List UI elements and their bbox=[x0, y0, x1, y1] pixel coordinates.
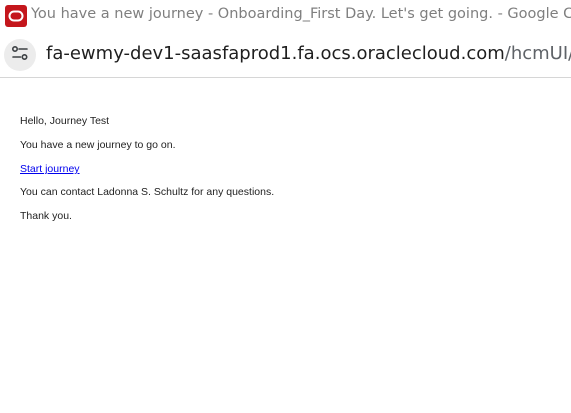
start-journey-link[interactable]: Start journey bbox=[20, 163, 80, 175]
contact-text: You can contact Ladonna S. Schultz for a… bbox=[20, 186, 275, 198]
address-bar: fa-ewmy-dev1-saasfaprod1.fa.ocs.oraclecl… bbox=[0, 33, 571, 78]
greeting-text: Hello, Journey Test bbox=[20, 115, 110, 127]
title-bar: You have a new journey - Onboarding_Firs… bbox=[0, 0, 571, 33]
oracle-icon bbox=[5, 5, 27, 27]
window-title: You have a new journey - Onboarding_Firs… bbox=[31, 6, 571, 22]
url-field[interactable]: fa-ewmy-dev1-saasfaprod1.fa.ocs.oraclecl… bbox=[46, 43, 571, 64]
start-journey-line: Start journey bbox=[20, 163, 80, 175]
tune-icon bbox=[11, 44, 29, 67]
url-path: /hcmUI/faces/adf bbox=[504, 43, 571, 64]
intro-text: You have a new journey to go on. bbox=[20, 139, 176, 151]
url-host: fa-ewmy-dev1-saasfaprod1.fa.ocs.oraclecl… bbox=[46, 43, 505, 64]
closing-text: Thank you. bbox=[20, 210, 72, 222]
browser-window: You have a new journey - Onboarding_Firs… bbox=[0, 0, 571, 413]
site-info-button[interactable] bbox=[4, 39, 36, 71]
